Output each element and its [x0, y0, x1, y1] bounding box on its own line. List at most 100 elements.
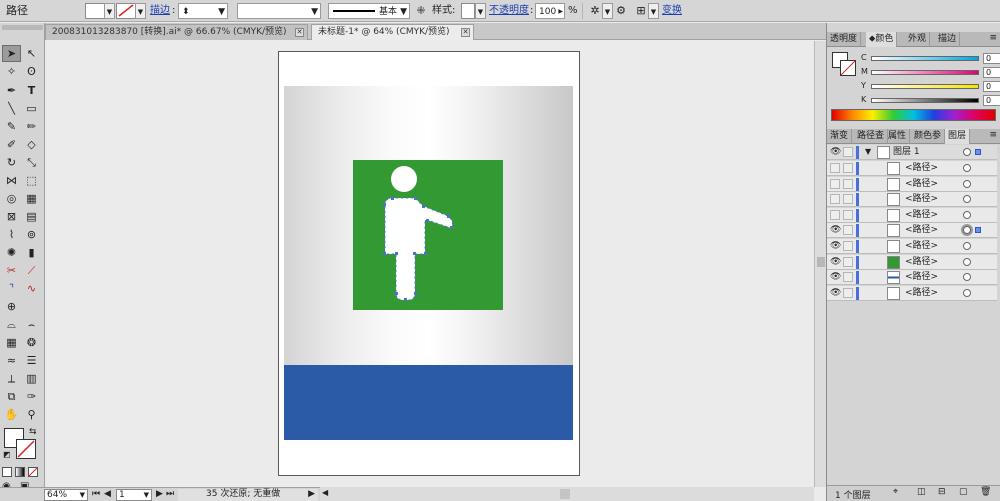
lock-toggle[interactable] [843, 194, 853, 205]
visibility-eye-icon[interactable]: 👁 [830, 288, 841, 298]
slider-magenta[interactable]: M 0 % [861, 67, 1000, 79]
zoom-tool-icon[interactable]: ⚲ [22, 406, 41, 423]
tab-document-2[interactable]: 未标题-1* @ 64% (CMYK/预览) ✕ [311, 24, 474, 40]
color-mode-icon[interactable] [2, 467, 12, 477]
stroke-link[interactable]: 描边 [150, 3, 170, 19]
layer-row[interactable]: <路径> [827, 192, 997, 208]
visibility-eye-icon[interactable] [830, 163, 840, 173]
layer-row[interactable]: 👁 <路径> [827, 254, 997, 270]
visibility-eye-icon[interactable]: 👁 [830, 257, 841, 267]
tab-appearance[interactable]: 外观 [905, 32, 931, 47]
tab-document-1[interactable]: 200831013283870 [转换].ai* @ 66.67% (CMYK/… [45, 24, 308, 40]
none-mode-icon[interactable] [28, 467, 38, 477]
target-circle-icon[interactable] [963, 164, 971, 172]
knife-tool-icon[interactable]: ⟋ [22, 262, 41, 279]
visibility-eye-icon[interactable]: 👁 [830, 147, 841, 157]
type-tool-icon[interactable]: T [22, 82, 41, 99]
eyedropper-tool-icon[interactable]: ⌇ [2, 226, 21, 243]
paintbrush-tool-icon[interactable]: ✎ [2, 118, 21, 135]
direct-selection-tool-icon[interactable]: ↖ [22, 45, 41, 62]
person-head[interactable] [391, 166, 417, 192]
shape-builder-tool-icon[interactable]: ◎ [2, 190, 21, 207]
swap-colors-icon[interactable]: ⇆ [29, 427, 37, 437]
artboard-select[interactable]: 1 ▼ [116, 489, 152, 501]
scale-tool-icon[interactable]: ⤡ [22, 154, 41, 171]
fill-dropdown[interactable]: ▼ [104, 3, 115, 19]
eraser-tool-icon[interactable]: ◇ [22, 136, 41, 153]
yellow-value-field[interactable]: 0 [983, 81, 1000, 92]
lock-toggle[interactable] [843, 163, 853, 173]
color-spectrum-bar[interactable] [831, 109, 996, 121]
wave-tool-icon[interactable]: ≈ [2, 352, 21, 369]
visibility-eye-icon[interactable]: 👁 [830, 272, 841, 282]
list-tool-icon[interactable]: ☰ [22, 352, 41, 369]
lock-toggle[interactable] [843, 272, 853, 283]
chart-tool-icon[interactable]: ▥ [22, 370, 41, 387]
person-body[interactable] [384, 197, 453, 301]
rotate-tool-icon[interactable]: ↻ [2, 154, 21, 171]
transform-link[interactable]: 变换 [662, 3, 682, 19]
line-tool-icon[interactable]: ╲ [2, 100, 21, 117]
panel-stroke-box[interactable] [840, 60, 856, 76]
expand-triangle-icon[interactable]: ▼ [865, 147, 871, 156]
target-circle-icon[interactable] [963, 226, 971, 235]
visibility-eye-icon[interactable] [830, 209, 840, 220]
slider-black[interactable]: K 0 % [861, 95, 1000, 107]
pen-tool-icon[interactable]: ✒ [2, 82, 21, 99]
layer-name[interactable]: 图层 1 [893, 146, 920, 159]
pen-alt-tool-icon[interactable]: ✑ [22, 388, 41, 405]
first-artboard-icon[interactable]: ⏮ [92, 489, 100, 501]
stroke-dropdown[interactable]: ▼ [135, 3, 146, 19]
cyan-ramp[interactable] [871, 56, 979, 61]
align-icon[interactable]: ⊞ [634, 3, 648, 19]
lock-toggle[interactable] [843, 256, 853, 267]
live-paint-tool-icon[interactable]: ⊕ [2, 298, 21, 315]
layer-row-parent[interactable]: 👁 ▼ 图层 1 [827, 145, 997, 160]
grid-tool-icon[interactable]: ▦ [2, 334, 21, 351]
target-circle-icon[interactable] [963, 179, 971, 188]
path-name[interactable]: <路径> [905, 240, 938, 253]
scroll-thumb[interactable] [560, 489, 570, 499]
blend-tool-icon[interactable]: ⊚ [22, 226, 41, 243]
artboard-tool-icon[interactable]: ⧉ [2, 388, 21, 405]
vertical-scrollbar[interactable] [814, 41, 826, 487]
visibility-eye-icon[interactable] [830, 178, 840, 189]
tab-pathfinder[interactable]: 路径查 [854, 129, 889, 144]
opacity-field[interactable]: 100 ▶ [535, 3, 565, 19]
panel-menu-icon[interactable]: ≡ [989, 33, 997, 43]
opacity-link[interactable]: 不透明度 [489, 3, 529, 19]
target-circle-icon[interactable] [963, 288, 971, 297]
layer-row[interactable]: 👁 <路径> [827, 239, 997, 254]
new-layer-icon[interactable]: ▢ [959, 487, 968, 497]
free-transform-tool-icon[interactable]: ⬚ [22, 172, 41, 189]
target-circle-icon[interactable] [963, 257, 971, 266]
target-circle-icon[interactable] [963, 210, 971, 219]
tab-color[interactable]: ⬥颜色 [866, 32, 898, 47]
pencil-tool-icon[interactable]: ✏ [22, 118, 41, 135]
scissors-tool-icon[interactable]: ✂ [2, 262, 21, 279]
last-artboard-icon[interactable]: ⏭ [166, 489, 174, 501]
layer-row[interactable]: <路径> [827, 161, 997, 176]
lock-toggle[interactable] [843, 225, 853, 236]
path-name[interactable]: <路径> [905, 224, 938, 237]
measure-tool-icon[interactable]: ⟂ [2, 370, 21, 387]
path-name[interactable]: <路径> [905, 287, 938, 300]
stroke-color-box[interactable] [16, 439, 36, 459]
perspective-grid-tool-icon[interactable]: ▦ [22, 190, 41, 207]
horizontal-scrollbar[interactable]: ◀ [320, 487, 814, 501]
zoom-select[interactable]: 64% ▼ [44, 489, 88, 501]
slider-cyan[interactable]: C 0 % [861, 53, 1000, 65]
column-graph-tool-icon[interactable]: ▮ [22, 244, 41, 261]
path-name[interactable]: <路径> [905, 271, 938, 284]
width-tool-icon[interactable]: ⋈ [2, 172, 21, 189]
next-artboard-icon[interactable]: ▶ [156, 489, 163, 501]
prev-artboard-icon[interactable]: ◀ [104, 489, 111, 501]
scroll-left-icon[interactable]: ◀ [322, 488, 328, 497]
warp-tool-icon[interactable]: ⌢ [22, 316, 41, 333]
lock-toggle[interactable] [843, 209, 853, 220]
locate-object-icon[interactable]: ⌖ [893, 487, 898, 497]
selection-tool-icon[interactable]: ➤ [2, 45, 21, 62]
stroke-swatch[interactable] [116, 3, 136, 19]
magenta-ramp[interactable] [871, 70, 979, 75]
close-icon[interactable]: ✕ [461, 28, 470, 37]
